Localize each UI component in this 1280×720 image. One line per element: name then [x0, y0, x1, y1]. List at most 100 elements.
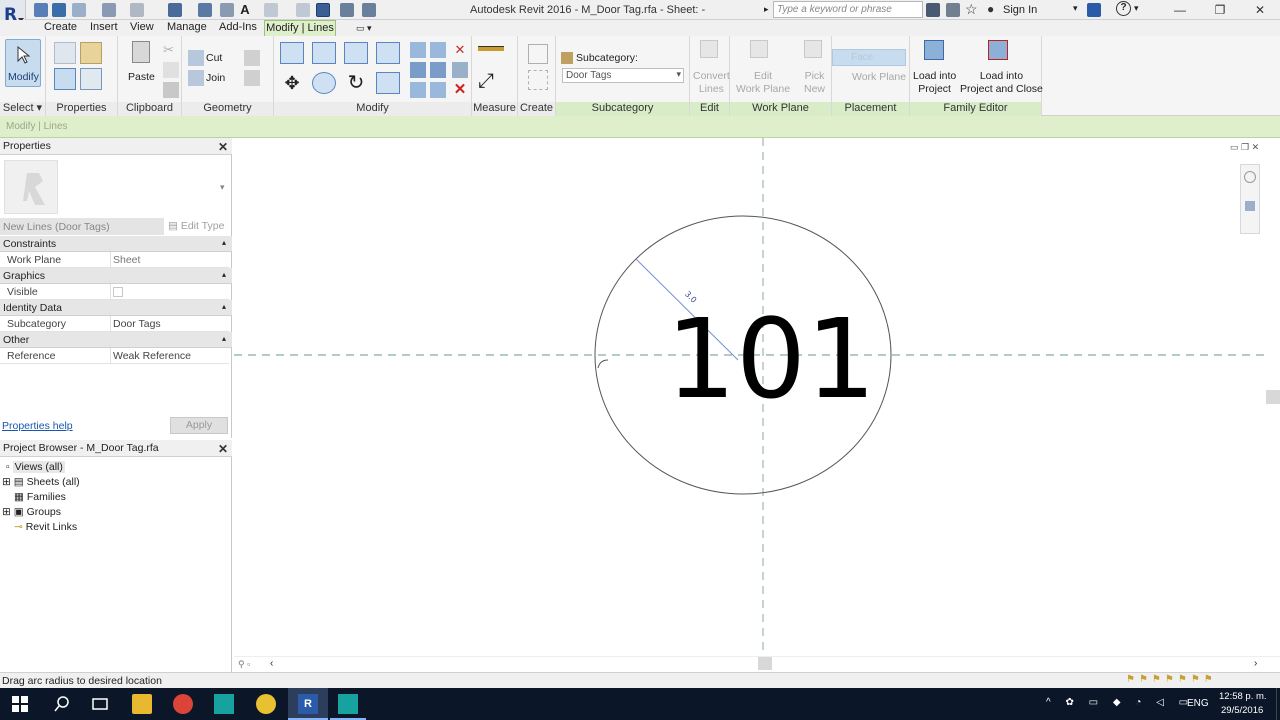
selection-filter-icons[interactable]: ⚑⚑⚑⚑⚑⚑⚑: [1126, 674, 1217, 685]
convert-lines-icon[interactable]: [700, 40, 718, 58]
measure-between-icon[interactable]: [478, 46, 504, 51]
wall-joins-icon[interactable]: [244, 50, 260, 66]
app-taskbar-button[interactable]: [330, 688, 366, 720]
pick-new-button[interactable]: Pick New: [804, 70, 825, 96]
vertical-scrollbar-thumb[interactable]: [1266, 390, 1280, 404]
user-icon[interactable]: ●: [987, 2, 994, 16]
dimension-icon[interactable]: [220, 3, 234, 17]
print-icon[interactable]: [168, 3, 182, 17]
cut-geometry-icon[interactable]: [188, 50, 204, 66]
apply-button[interactable]: Apply: [170, 417, 228, 434]
file-explorer-icon[interactable]: [132, 694, 152, 714]
properties-help-link[interactable]: Properties help: [2, 420, 73, 432]
clock-time[interactable]: 12:58 p. m.: [1219, 691, 1267, 702]
close-properties-icon[interactable]: ✕: [218, 140, 228, 154]
close-hidden-icon[interactable]: [340, 3, 354, 17]
copy-icon[interactable]: [163, 62, 179, 78]
sign-in-dropdown-icon[interactable]: ▾: [1073, 3, 1078, 14]
create-similar-icon[interactable]: [528, 44, 548, 64]
app-icon-yellow[interactable]: [256, 694, 276, 714]
search-expand-icon[interactable]: ▸: [764, 4, 769, 15]
work-plane-button[interactable]: Work Plane: [852, 71, 906, 83]
offset-icon[interactable]: [312, 42, 336, 64]
system-tray-icons[interactable]: ^ ✿ ▭ ◆ ◔ ◁ ▭: [1046, 697, 1194, 708]
paste-button[interactable]: Paste: [128, 39, 156, 85]
measure-icon[interactable]: [198, 3, 212, 17]
select-dropdown[interactable]: Select ▾: [0, 102, 45, 116]
scroll-right-icon[interactable]: ›: [1254, 658, 1257, 669]
chrome-icon[interactable]: [173, 694, 193, 714]
section-identity-data[interactable]: Identity Data ▴: [0, 300, 232, 316]
revit-taskbar-button[interactable]: R: [288, 688, 328, 720]
search-icon[interactable]: [52, 694, 72, 714]
binoculars-icon[interactable]: [926, 3, 940, 17]
match-properties-icon[interactable]: [163, 82, 179, 98]
delete-icon[interactable]: ✕: [452, 80, 468, 98]
redo-icon[interactable]: [130, 3, 144, 17]
edit-work-plane-button[interactable]: Edit Work Plane: [736, 70, 790, 96]
tag-number-label[interactable]: 101: [666, 294, 876, 424]
tab-manage[interactable]: Manage: [167, 21, 207, 33]
close-window-button[interactable]: ✕: [1240, 0, 1280, 20]
thin-lines-icon[interactable]: [316, 3, 330, 17]
subcategory-select[interactable]: Door Tags ▾: [562, 68, 684, 83]
exchange-apps-icon[interactable]: [1087, 3, 1101, 17]
property-value[interactable]: Door Tags: [113, 318, 161, 330]
mirror-axis-icon[interactable]: [344, 42, 368, 64]
search-input[interactable]: Type a keyword or phrase: [773, 1, 923, 18]
close-browser-icon[interactable]: ✕: [218, 442, 228, 456]
family-types-icon[interactable]: [80, 42, 102, 64]
show-desktop-button[interactable]: [1276, 688, 1280, 720]
edit-type-button[interactable]: ▤ Edit Type: [168, 220, 224, 232]
subscription-icon[interactable]: [946, 3, 960, 17]
split-gap-icon[interactable]: [430, 42, 446, 58]
join-geometry-icon[interactable]: [188, 70, 204, 86]
cut-icon[interactable]: ✂: [163, 42, 179, 58]
aligned-dimension-icon[interactable]: ⤢: [478, 70, 504, 92]
app-icon-teal[interactable]: [214, 694, 234, 714]
save-icon[interactable]: [52, 3, 66, 17]
sign-in-link[interactable]: Sign In: [1003, 4, 1037, 16]
section-other[interactable]: Other ▴: [0, 332, 232, 348]
unpin-icon[interactable]: ✕: [452, 42, 468, 58]
section-graphics[interactable]: Graphics ▴: [0, 268, 232, 284]
modify-button[interactable]: Modify: [5, 39, 41, 87]
mirror-draw-icon[interactable]: [376, 42, 400, 64]
trim-extend-icon[interactable]: [376, 72, 400, 94]
maximize-button[interactable]: ❐: [1200, 0, 1240, 20]
ribbon-options-icon[interactable]: ▭ ▾: [356, 23, 372, 34]
edit-work-plane-icon[interactable]: [750, 40, 768, 58]
drawing-area[interactable]: 3.0 101 ▭ ❐ ✕ ⚲ ▫ ‹ ›: [234, 138, 1280, 672]
undo-icon[interactable]: [102, 3, 116, 17]
convert-lines-button[interactable]: Convert Lines: [693, 70, 730, 96]
visible-checkbox[interactable]: [113, 287, 123, 297]
move-icon[interactable]: ✥: [280, 72, 304, 94]
align-icon[interactable]: [280, 42, 304, 64]
text-icon[interactable]: A: [238, 3, 252, 17]
pin-icon[interactable]: [452, 62, 468, 78]
tree-item-families[interactable]: ▦ Families: [14, 491, 66, 503]
sync-icon[interactable]: [72, 3, 86, 17]
scroll-left-icon[interactable]: ‹: [270, 658, 273, 669]
cut-label[interactable]: Cut: [206, 52, 222, 64]
family-category-icon[interactable]: [54, 68, 76, 90]
face-button[interactable]: Face: [832, 49, 906, 66]
task-view-icon[interactable]: [90, 694, 110, 714]
view-window-controls[interactable]: ▭ ❐ ✕: [1230, 142, 1259, 153]
favorites-star-icon[interactable]: ☆: [965, 1, 978, 18]
input-language[interactable]: ENG: [1187, 698, 1209, 709]
arc-drag-handle[interactable]: [597, 359, 609, 369]
zoom-icon[interactable]: [1245, 201, 1255, 211]
switch-windows-icon[interactable]: [362, 3, 376, 17]
tree-item-groups[interactable]: ⊞ ▣ Groups: [2, 506, 61, 518]
help-icon[interactable]: ?: [1116, 1, 1131, 16]
tab-insert[interactable]: Insert: [90, 21, 118, 33]
minimize-button[interactable]: —: [1160, 0, 1200, 20]
load-into-project-icon[interactable]: [924, 40, 944, 60]
tab-add-ins[interactable]: Add-Ins: [219, 21, 257, 33]
trim-multiple-icon[interactable]: [410, 82, 426, 98]
paint-icon[interactable]: [244, 70, 260, 86]
pick-new-icon[interactable]: [804, 40, 822, 58]
scale-icon[interactable]: [430, 62, 446, 78]
load-and-close-icon[interactable]: [988, 40, 1008, 60]
